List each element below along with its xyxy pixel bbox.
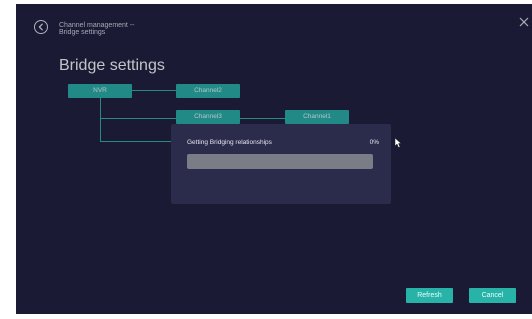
progress-message: Getting Bridging relationships [187,139,272,146]
bridge-settings-panel: Channel management -- Bridge settings Br… [16,4,532,314]
progress-percent: 0% [369,139,379,146]
progress-bar [187,154,373,169]
refresh-button[interactable]: Refresh [406,288,453,303]
progress-dialog: Getting Bridging relationships 0% [171,124,391,204]
mouse-pointer-icon [394,135,403,148]
cancel-button[interactable]: Cancel [469,288,516,303]
